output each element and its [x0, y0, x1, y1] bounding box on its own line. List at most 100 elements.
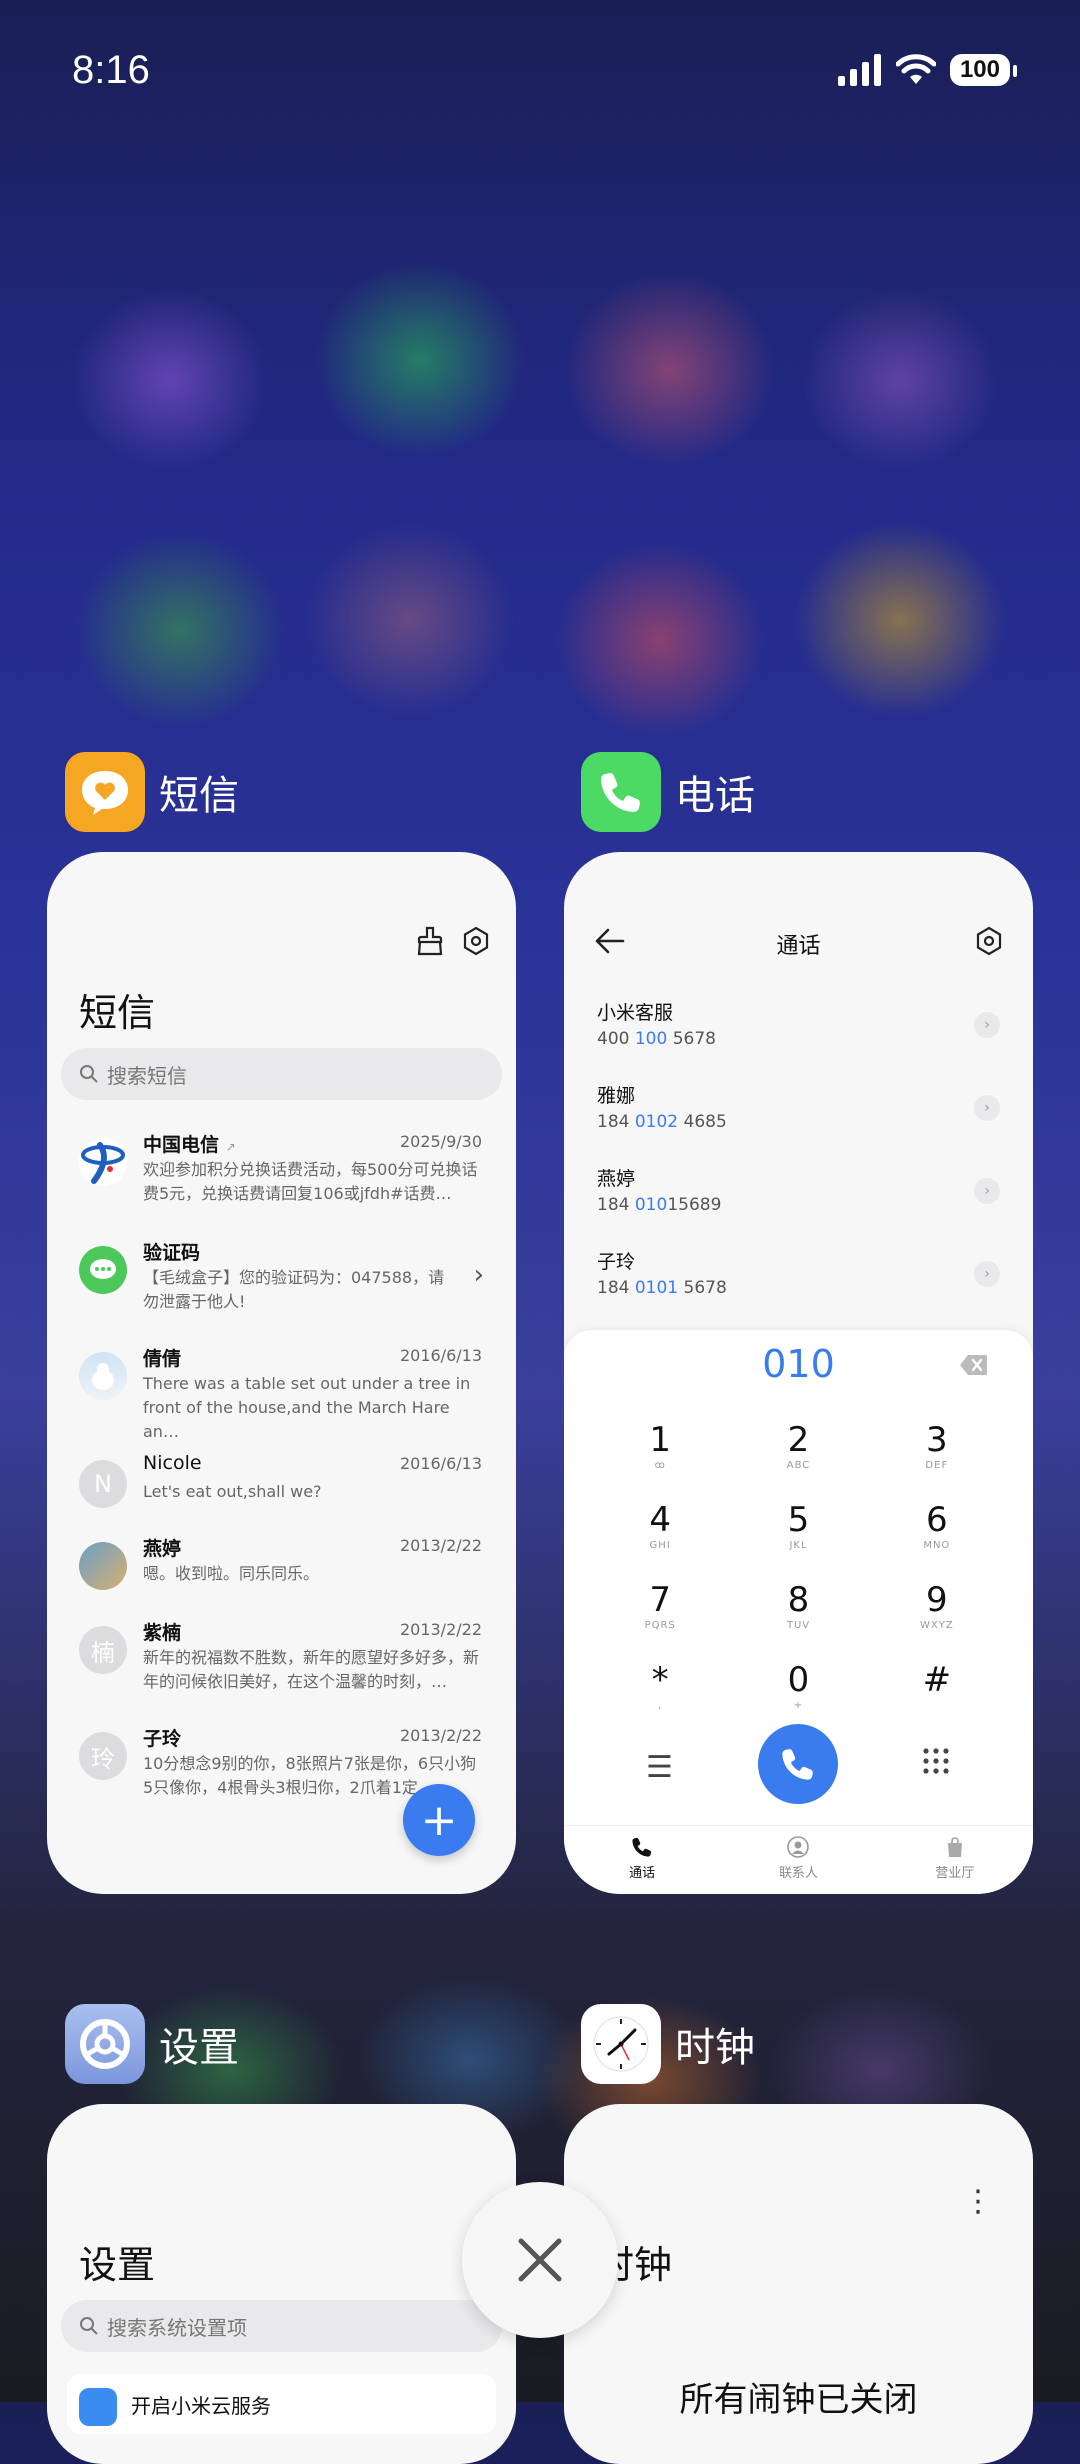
chevron-right-icon[interactable]: › [474, 1260, 484, 1290]
message-date: 2013/2/22 [399, 1620, 482, 1639]
search-icon [80, 1065, 98, 1083]
verification-code-avatar [79, 1246, 127, 1294]
message-item[interactable]: 楠 紫楠 2013/2/22 新年的祝福数不胜数，新年的愿望好多好多，新年的问候… [47, 1612, 516, 1718]
status-icons: 100 [837, 54, 1018, 86]
contact-photo-avatar [79, 1542, 127, 1590]
tab-calls-label: 通话 [629, 1866, 656, 1881]
tab-calls[interactable]: 通话 [564, 1826, 720, 1894]
dial-key-hash[interactable]: # [868, 1660, 1006, 1730]
settings-page-title: 设置 [79, 2243, 156, 2287]
settings-search-placeholder: 搜索系统设置项 [107, 2315, 247, 2340]
contact-name: 子玲 [597, 1251, 636, 1273]
contact-number: 184 0102 4685 [597, 1112, 727, 1132]
dial-key-1[interactable]: 1ꝏ [591, 1420, 729, 1490]
clock-app-card[interactable]: ⋮ 时钟 所有闹钟已关闭 [564, 2104, 1033, 2464]
alarms-status-text: 所有闹钟已关闭 [679, 2380, 918, 2420]
more-options-icon[interactable]: ⋮ [963, 2184, 993, 2219]
contact-suggestion[interactable]: 雅娜 184 0102 4685 › [597, 1081, 1000, 1157]
settings-app-header[interactable]: 设置 [65, 2004, 239, 2084]
sms-app-card[interactable]: 短信 搜索短信 中国电信 ↗ 2025/9/30 欢迎参加积分兑换话费活动，每5… [47, 852, 516, 1894]
message-item[interactable]: 燕婷 2013/2/22 嗯。收到啦。同乐同乐。 [47, 1528, 516, 1612]
phone-page-title: 通话 [776, 934, 821, 959]
sms-app-header[interactable]: 短信 [65, 752, 239, 832]
letter-avatar: 玲 [79, 1732, 127, 1780]
clear-all-recents-button[interactable] [462, 2182, 618, 2338]
chevron-right-icon[interactable]: › [974, 1178, 1000, 1204]
dial-key-2[interactable]: 2 ABC [729, 1420, 867, 1490]
contact-number: 184 01015689 [597, 1195, 722, 1215]
letter-avatar: 楠 [79, 1626, 127, 1674]
clock-app-header[interactable]: 时钟 [581, 2004, 755, 2084]
message-date: 2016/6/13 [399, 1454, 482, 1473]
dial-key-7[interactable]: 7 PQRS [591, 1580, 729, 1650]
backspace-icon[interactable] [959, 1354, 989, 1376]
tab-service-hall[interactable]: 营业厅 [877, 1826, 1033, 1894]
dial-key-9[interactable]: 9 WXYZ [868, 1580, 1006, 1650]
message-sender: Nicole [143, 1452, 202, 1474]
message-date: 2013/2/22 [399, 1726, 482, 1745]
clean-brush-icon[interactable] [416, 926, 444, 956]
dial-key-0[interactable]: 0 + [729, 1660, 867, 1730]
contact-name: 雅娜 [597, 1085, 636, 1107]
message-sender: 紫楠 [143, 1622, 182, 1644]
sms-toolbar [416, 926, 490, 956]
sms-app-icon [65, 752, 145, 832]
status-bar: 8:16 100 [0, 0, 1080, 150]
message-item[interactable]: 倩倩 2016/6/13 There was a table set out u… [47, 1338, 516, 1446]
dial-key-6[interactable]: 6 MNO [868, 1500, 1006, 1570]
phone-icon [782, 1749, 813, 1780]
phone-app-name: 电话 [675, 773, 755, 819]
contact-number: 184 0101 5678 [597, 1278, 727, 1298]
chevron-right-icon[interactable]: › [974, 1012, 1000, 1038]
contact-suggestion[interactable]: 燕婷 184 01015689 › [597, 1164, 1000, 1240]
settings-search-input[interactable]: 搜索系统设置项 [61, 2300, 502, 2352]
sms-app-name: 短信 [159, 773, 239, 819]
dial-key-3[interactable]: 3 DEF [868, 1420, 1006, 1490]
search-icon [80, 2317, 98, 2335]
contact-suggestion[interactable]: 子玲 184 0101 5678 › [597, 1247, 1000, 1323]
phone-app-icon [581, 752, 661, 832]
chevron-right-icon[interactable]: › [974, 1261, 1000, 1287]
message-item[interactable]: 验证码 【毛绒盒子】您的验证码为：047588，请勿泄露于他人! › [47, 1232, 516, 1338]
phone-bottom-nav: 通话 联系人 营业厅 [564, 1825, 1033, 1894]
contact-name: 小米客服 [597, 1002, 674, 1024]
settings-item-cloud[interactable]: 开启小米云服务 [67, 2374, 496, 2434]
call-button[interactable] [758, 1724, 838, 1804]
dial-key-5[interactable]: 5 JKL [729, 1500, 867, 1570]
sms-search-input[interactable]: 搜索短信 [61, 1048, 502, 1100]
message-preview: 欢迎参加积分兑换话费活动，每500分可兑换话费5元，兑换话费请回复106或jfd… [143, 1160, 478, 1203]
signal-icon [837, 54, 881, 86]
china-telecom-logo [79, 1138, 127, 1186]
dial-key-8[interactable]: 8 TUV [729, 1580, 867, 1650]
message-preview: 新年的祝福数不胜数，新年的愿望好多好多，新年的问候依旧美好，在这个温馨的时刻，… [143, 1648, 480, 1691]
dial-key-star[interactable]: *, [591, 1660, 729, 1730]
message-sender: 验证码 [143, 1242, 201, 1264]
message-item[interactable]: 中国电信 ↗ 2025/9/30 欢迎参加积分兑换话费活动，每500分可兑换话费… [47, 1124, 516, 1232]
external-link-icon: ↗ [225, 1140, 236, 1154]
wifi-icon [895, 54, 936, 84]
chevron-right-icon[interactable]: › [974, 1095, 1000, 1121]
message-date: 2016/6/13 [399, 1346, 482, 1365]
settings-app-icon [65, 2004, 145, 2084]
message-preview: 【毛绒盒子】您的验证码为：047588，请勿泄露于他人! [143, 1268, 445, 1311]
plus-icon: + [420, 1794, 458, 1846]
new-message-button[interactable]: + [403, 1784, 475, 1856]
dial-key-4[interactable]: 4 GHI [591, 1500, 729, 1570]
phone-app-card[interactable]: 通话 小米客服 400 100 5678 › 雅娜 184 0102 4685 … [564, 852, 1033, 1894]
battery-indicator: 100 [949, 54, 1018, 86]
menu-icon[interactable]: ☰ [646, 1750, 673, 1785]
message-preview: Let's eat out,shall we? [143, 1482, 322, 1501]
settings-icon[interactable] [975, 926, 1003, 956]
settings-app-card[interactable]: 设置 搜索系统设置项 开启小米云服务 [47, 2104, 516, 2464]
message-item[interactable]: N Nicole 2016/6/13 Let's eat out,shall w… [47, 1446, 516, 1528]
settings-icon[interactable] [462, 926, 490, 956]
phone-app-header[interactable]: 电话 [581, 752, 755, 832]
dialpad-grid-icon[interactable] [923, 1748, 949, 1774]
tab-contacts[interactable]: 联系人 [720, 1826, 876, 1894]
sms-message-list: 中国电信 ↗ 2025/9/30 欢迎参加积分兑换话费活动，每500分可兑换话费… [47, 1124, 516, 1824]
tab-service-hall-label: 营业厅 [935, 1866, 975, 1881]
message-sender: 中国电信 ↗ [143, 1134, 236, 1156]
clock-app-icon [581, 2004, 661, 2084]
contact-suggestion[interactable]: 小米客服 400 100 5678 › [597, 998, 1000, 1074]
contact-name: 燕婷 [597, 1168, 636, 1190]
